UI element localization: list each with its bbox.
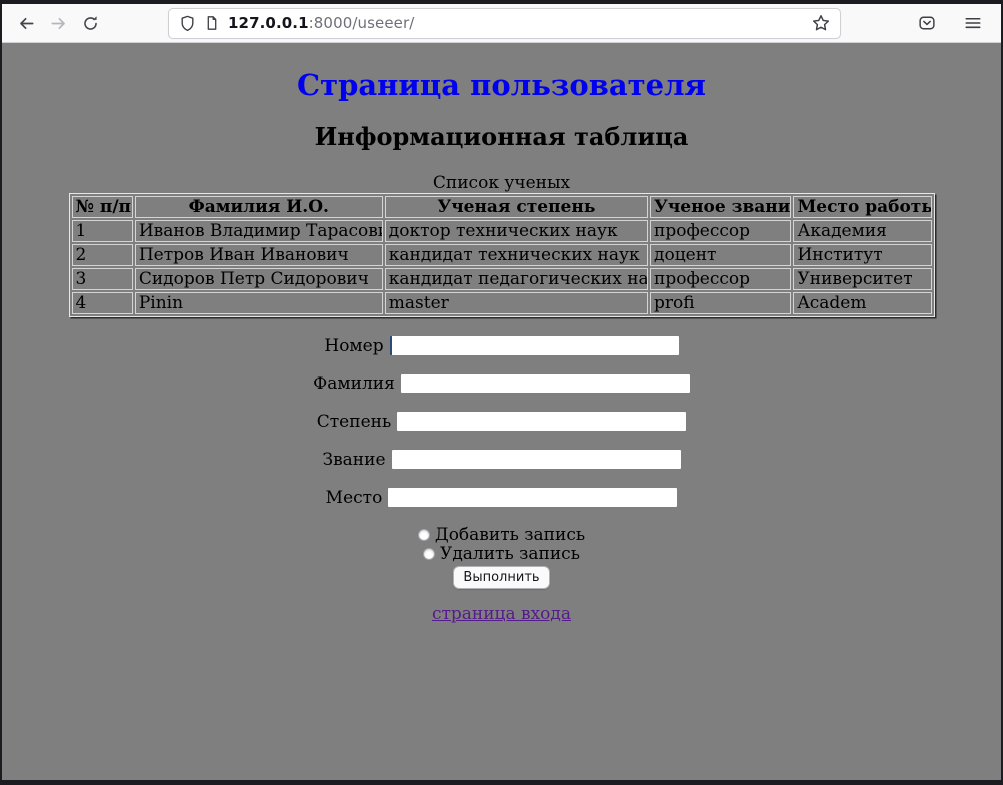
login-page-link[interactable]: страница входа — [432, 604, 571, 624]
form-row-degree: Степень — [2, 411, 1001, 431]
number-input[interactable] — [390, 336, 679, 355]
pocket-button[interactable] — [911, 8, 943, 38]
screenshot-root: { "browser": { "url": { "host": "127.0.0… — [0, 0, 1003, 785]
hamburger-menu-icon — [964, 14, 982, 32]
cell-surname: Pinin — [135, 292, 383, 314]
table-caption: Список ученых — [2, 174, 1001, 193]
pocket-icon — [918, 14, 936, 32]
page-info-icon[interactable] — [204, 15, 220, 31]
cell-number: 3 — [72, 268, 133, 290]
back-button[interactable] — [10, 8, 42, 38]
rank-input[interactable] — [392, 450, 681, 469]
col-header-surname: Фамилия И.О. — [135, 196, 383, 218]
number-label: Номер — [324, 336, 383, 356]
url-host: 127.0.0.1 — [228, 14, 309, 32]
cell-workplace: Academ — [793, 292, 931, 314]
degree-input[interactable] — [397, 412, 686, 431]
degree-label: Степень — [317, 412, 391, 432]
page-title: Страница пользователя — [2, 68, 1001, 102]
cell-number: 2 — [72, 244, 133, 266]
url-bar[interactable]: 127.0.0.1:8000/useeer/ — [168, 8, 841, 39]
page-subtitle: Информационная таблица — [2, 122, 1001, 151]
surname-label: Фамилия — [313, 374, 395, 394]
cell-workplace: Институт — [793, 244, 931, 266]
rank-label: Звание — [322, 450, 385, 470]
back-arrow-icon — [18, 15, 35, 32]
cell-rank: доцент — [650, 244, 791, 266]
cell-workplace: Академия — [793, 220, 931, 242]
surname-input[interactable] — [401, 374, 690, 393]
reload-icon — [82, 15, 99, 32]
record-form: Номер Фамилия Степень Звание Место Добав… — [2, 335, 1001, 589]
bookmark-star-icon — [812, 14, 830, 32]
form-row-rank: Звание — [2, 449, 1001, 469]
col-header-number: № п/п — [72, 196, 133, 218]
cell-degree: master — [385, 292, 648, 314]
toolbar-right-buttons — [911, 8, 993, 38]
cell-surname: Иванов Владимир Тарасович — [135, 220, 383, 242]
add-record-radio[interactable] — [418, 529, 430, 541]
radio-line-add: Добавить запись — [2, 526, 1001, 545]
url-path: :8000/useeer/ — [309, 14, 415, 32]
table-row: 2 Петров Иван Иванович кандидат техничес… — [72, 244, 932, 266]
reload-button[interactable] — [74, 8, 106, 38]
cell-rank: профессор — [650, 220, 791, 242]
table-row: 1 Иванов Владимир Тарасович доктор техни… — [72, 220, 932, 242]
cell-surname: Петров Иван Иванович — [135, 244, 383, 266]
form-row-workplace: Место — [2, 487, 1001, 507]
radio-line-delete: Удалить запись — [2, 545, 1001, 564]
table-row: 3 Сидоров Петр Сидорович кандидат педаго… — [72, 268, 932, 290]
table-row: 4 Pinin master profi Academ — [72, 292, 932, 314]
add-record-label: Добавить запись — [435, 525, 585, 545]
menu-button[interactable] — [957, 8, 989, 38]
col-header-workplace: Место работы — [793, 196, 931, 218]
workplace-input[interactable] — [388, 488, 677, 507]
cell-number: 4 — [72, 292, 133, 314]
bookmark-button[interactable] — [812, 14, 830, 32]
cell-rank: профессор — [650, 268, 791, 290]
form-row-number: Номер — [2, 335, 1001, 355]
cell-degree: кандидат технических наук — [385, 244, 648, 266]
delete-record-radio[interactable] — [423, 548, 435, 560]
table-header-row: № п/п Фамилия И.О. Ученая степень Ученое… — [72, 196, 932, 218]
cell-surname: Сидоров Петр Сидорович — [135, 268, 383, 290]
browser-toolbar: 127.0.0.1:8000/useeer/ — [2, 4, 1001, 43]
page-content: Страница пользователя Информационная таб… — [2, 43, 1001, 780]
cell-degree: кандидат педагогических наук — [385, 268, 648, 290]
execute-button[interactable]: Выполнить — [453, 566, 549, 589]
cell-rank: profi — [650, 292, 791, 314]
scientists-table: № п/п Фамилия И.О. Ученая степень Ученое… — [69, 193, 935, 317]
forward-arrow-icon — [50, 15, 67, 32]
browser-window: 127.0.0.1:8000/useeer/ Страниц — [2, 4, 1001, 780]
shield-icon[interactable] — [179, 15, 196, 32]
url-text[interactable]: 127.0.0.1:8000/useeer/ — [228, 14, 414, 32]
cell-degree: доктор технических наук — [385, 220, 648, 242]
cell-number: 1 — [72, 220, 133, 242]
forward-button[interactable] — [42, 8, 74, 38]
cell-workplace: Университет — [793, 268, 931, 290]
action-radio-group: Добавить запись Удалить запись — [2, 526, 1001, 564]
delete-record-label: Удалить запись — [440, 544, 580, 564]
form-row-surname: Фамилия — [2, 373, 1001, 393]
col-header-rank: Ученое звание — [650, 196, 791, 218]
workplace-label: Место — [326, 488, 383, 508]
col-header-degree: Ученая степень — [385, 196, 648, 218]
